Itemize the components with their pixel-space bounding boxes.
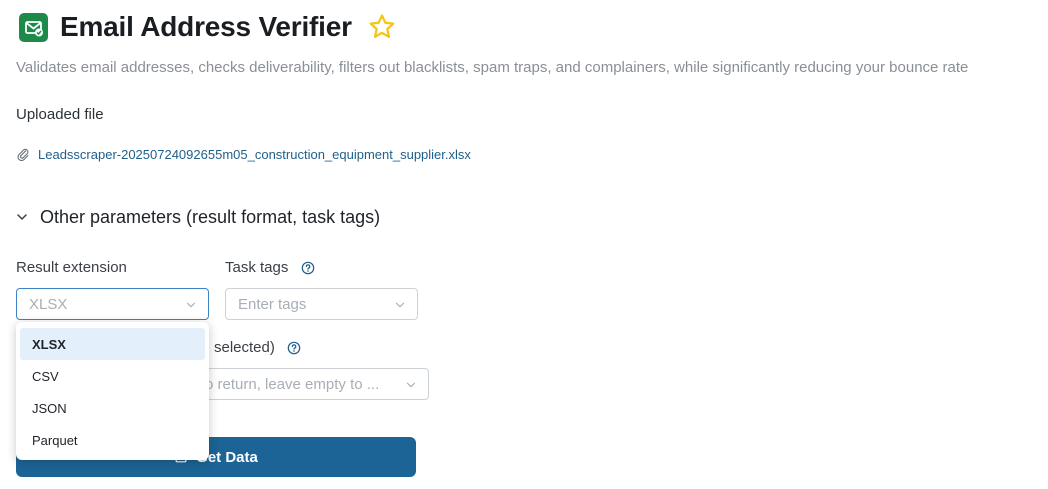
menu-item-json[interactable]: JSON	[20, 392, 205, 424]
result-extension-value: XLSX	[29, 295, 68, 313]
result-extension-menu: XLSX CSV JSON Parquet	[16, 322, 209, 460]
uploaded-file-label: Uploaded file	[16, 106, 104, 123]
page-description: Validates email addresses, checks delive…	[16, 59, 969, 76]
paperclip-icon	[17, 148, 29, 161]
page: Email Address Verifier Validates email a…	[0, 0, 1048, 489]
columns-label-text: selected)	[214, 339, 275, 356]
chevron-down-icon	[406, 382, 416, 388]
task-tags-placeholder: Enter tags	[238, 295, 307, 313]
page-title: Email Address Verifier	[60, 11, 352, 42]
email-check-icon	[19, 13, 48, 42]
chevron-down-icon	[17, 214, 27, 220]
help-icon[interactable]	[301, 261, 315, 275]
menu-item-parquet[interactable]: Parquet	[20, 424, 205, 456]
chevron-down-icon	[186, 302, 196, 308]
help-icon[interactable]	[287, 341, 301, 355]
columns-placeholder: o return, leave empty to ...	[205, 375, 380, 393]
chevron-down-icon	[395, 302, 405, 308]
other-parameters-toggle[interactable]: Other parameters (result format, task ta…	[14, 205, 380, 229]
task-tags-label: Task tags	[225, 259, 289, 276]
uploaded-file-link[interactable]: Leadsscraper-20250724092655m05_construct…	[38, 147, 471, 163]
result-extension-select[interactable]: XLSX	[16, 288, 209, 320]
star-outline-icon[interactable]	[367, 12, 397, 42]
menu-item-csv[interactable]: CSV	[20, 360, 205, 392]
result-extension-label: Result extension	[16, 259, 127, 276]
task-tags-input[interactable]: Enter tags	[225, 288, 418, 320]
menu-item-xlsx[interactable]: XLSX	[20, 328, 205, 360]
section-title: Other parameters (result format, task ta…	[40, 207, 381, 227]
